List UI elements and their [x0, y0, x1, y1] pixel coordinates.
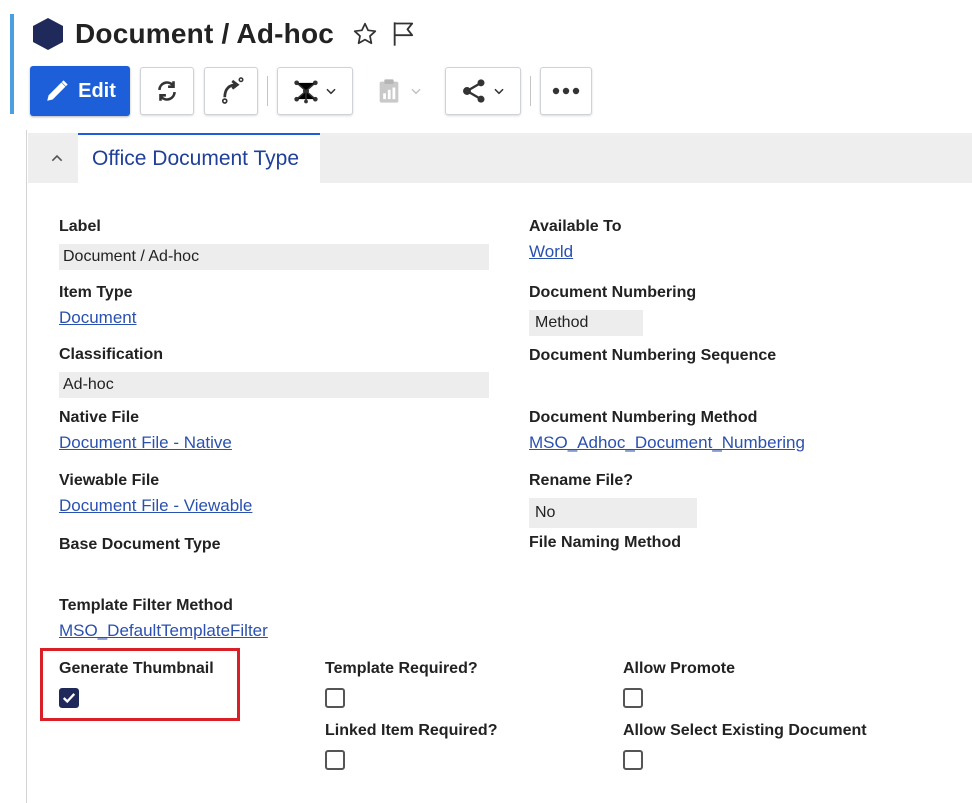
chevron-down-icon [494, 88, 504, 95]
available-to-field: Available To World [529, 218, 621, 262]
classification-value[interactable]: Ad-hoc [59, 372, 489, 398]
more-dots-icon [552, 87, 580, 95]
field-label: Document Numbering Method [529, 409, 758, 426]
clipboard-chart-icon [379, 79, 399, 103]
tab-office-document-type[interactable]: Office Document Type [78, 133, 320, 183]
toolbar: Edit [30, 66, 592, 116]
share-icon [463, 79, 485, 103]
highlight-box [40, 648, 240, 721]
field-label: Document Numbering Sequence [529, 347, 777, 364]
label-value[interactable]: Document / Ad-hoc [59, 244, 489, 270]
document-numbering-method-field: Document Numbering Method MSO_Adhoc_Docu… [529, 409, 805, 453]
file-naming-method-field: File Naming Method [529, 534, 681, 558]
field-label: Item Type [59, 284, 133, 301]
hexagon-icon [33, 18, 63, 50]
left-accent-bar [10, 14, 14, 114]
field-label: Document Numbering [529, 284, 697, 301]
template-filter-method-field: Template Filter Method MSO_DefaultTempla… [59, 597, 268, 641]
pencil-icon [47, 80, 68, 101]
allow-select-existing-document-field: Allow Select Existing Document [623, 722, 867, 770]
document-numbering-value[interactable]: Method [529, 310, 643, 336]
structure-menu-button[interactable] [277, 67, 353, 115]
template-required-checkbox[interactable] [325, 688, 345, 708]
chevron-down-icon [326, 88, 336, 95]
toolbar-separator [530, 76, 531, 106]
field-label: Template Required? [325, 660, 478, 677]
toolbar-separator [267, 76, 268, 106]
star-outline-icon[interactable] [352, 21, 378, 47]
title-row: Document / Ad-hoc [33, 14, 418, 54]
flag-icon[interactable] [390, 20, 418, 48]
network-icon [294, 80, 318, 104]
classification-field: Classification Ad-hoc [59, 346, 489, 398]
label-field: Label Document / Ad-hoc [59, 218, 489, 270]
left-divider [26, 130, 27, 803]
allow-promote-field: Allow Promote [623, 660, 735, 708]
page-title: Document / Ad-hoc [75, 18, 335, 49]
promote-arrow-icon [221, 77, 244, 104]
native-file-field: Native File Document File - Native [59, 409, 232, 453]
field-label: Allow Select Existing Document [623, 722, 867, 739]
field-label: Allow Promote [623, 660, 736, 677]
field-label: Classification [59, 346, 164, 363]
refresh-icon [158, 81, 176, 101]
viewable-file-link[interactable]: Document File - Viewable [59, 496, 252, 516]
promote-button[interactable] [204, 67, 258, 115]
section-header: Office Document Type [28, 133, 972, 183]
item-type-link[interactable]: Document [59, 308, 136, 328]
report-menu-button[interactable] [369, 67, 429, 115]
rename-file-field: Rename File? No [529, 472, 697, 528]
item-type-field: Item Type Document [59, 284, 136, 328]
field-label: Rename File? [529, 472, 634, 489]
edit-button-label: Edit [78, 79, 116, 102]
field-label: File Naming Method [529, 534, 681, 551]
document-numbering-field: Document Numbering Method [529, 284, 697, 336]
document-numbering-sequence-field: Document Numbering Sequence [529, 347, 776, 371]
linked-item-required-field: Linked Item Required? [325, 722, 497, 770]
rename-file-value[interactable]: No [529, 498, 697, 528]
linked-item-required-checkbox[interactable] [325, 750, 345, 770]
field-label: Available To [529, 218, 622, 235]
chevron-up-icon [51, 154, 63, 162]
edit-button[interactable]: Edit [30, 66, 130, 116]
refresh-button[interactable] [140, 67, 194, 115]
template-required-field: Template Required? [325, 660, 478, 708]
allow-select-existing-document-checkbox[interactable] [623, 750, 643, 770]
field-label: Label [59, 218, 101, 235]
template-filter-method-link[interactable]: MSO_DefaultTemplateFilter [59, 621, 268, 641]
share-menu-button[interactable] [445, 67, 521, 115]
field-label: Viewable File [59, 472, 160, 489]
chevron-down-icon [411, 88, 421, 95]
base-document-type-field: Base Document Type [59, 536, 221, 560]
native-file-link[interactable]: Document File - Native [59, 433, 232, 453]
allow-promote-checkbox[interactable] [623, 688, 643, 708]
field-label: Template Filter Method [59, 597, 233, 614]
available-to-link[interactable]: World [529, 242, 621, 262]
document-numbering-method-link[interactable]: MSO_Adhoc_Document_Numbering [529, 433, 805, 453]
field-label: Native File [59, 409, 140, 426]
field-label: Base Document Type [59, 536, 221, 553]
more-actions-button[interactable] [540, 67, 592, 115]
collapse-section-button[interactable] [46, 147, 68, 169]
section-tab-label: Office Document Type [92, 147, 299, 170]
field-label: Linked Item Required? [325, 722, 498, 739]
viewable-file-field: Viewable File Document File - Viewable [59, 472, 252, 516]
